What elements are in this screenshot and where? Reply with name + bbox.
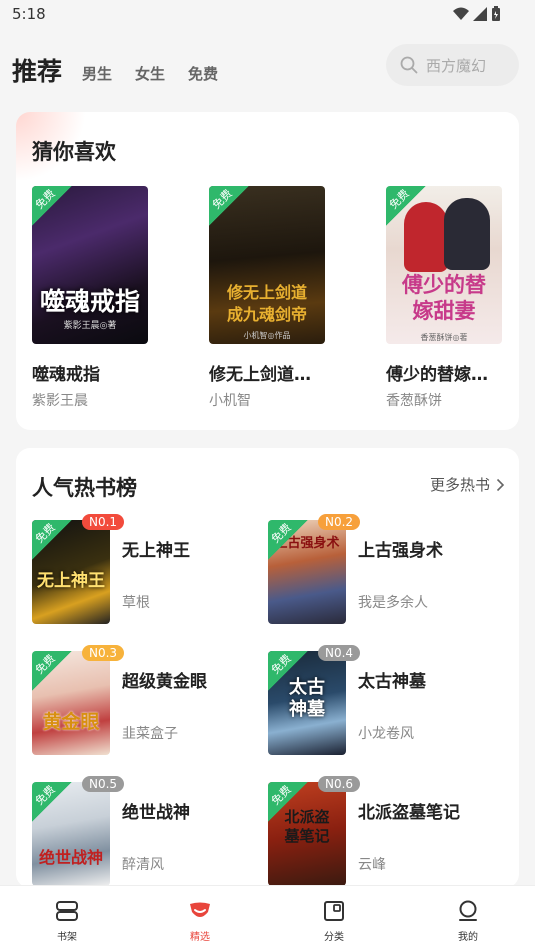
nav-label: 书架 — [57, 932, 77, 943]
search-input[interactable]: 西方魔幻 — [386, 44, 519, 86]
book-card[interactable]: 修无上剑道 成九魂剑帝 小机智◎作品 免费 修无上剑道… 小机智 — [209, 186, 327, 416]
rank-item[interactable]: 上古强身术 免费 N0.2 上古强身术 我是多余人 — [268, 514, 498, 630]
book-author: 醉清风 — [122, 857, 164, 873]
featured-icon — [190, 902, 210, 917]
nav-item-bookshelf[interactable]: 书架 — [27, 900, 107, 943]
cover-title: 黄金眼 — [42, 711, 100, 733]
free-badge: 免费 — [32, 186, 72, 226]
book-cover[interactable]: 太古神墓 免费 — [268, 651, 346, 755]
nav-label: 我的 — [458, 932, 478, 943]
book-title[interactable]: 太古神墓 — [358, 667, 426, 692]
book-cover[interactable]: 噬魂戒指 紫影王晨◎著 免费 — [32, 186, 148, 344]
nav-label: 精选 — [190, 932, 210, 943]
status-time: 5:18 — [12, 5, 46, 23]
free-badge: 免费 — [209, 186, 249, 226]
free-badge: 免费 — [32, 520, 72, 560]
cover-title: 无上神王 — [37, 571, 105, 591]
free-badge: 免费 — [268, 782, 308, 822]
cover-author: 小机智◎作品 — [243, 331, 291, 340]
book-title[interactable]: 北派盗墓笔记 — [358, 798, 460, 823]
wifi-icon — [453, 7, 469, 20]
rank-item[interactable]: 无上神王 免费 N0.1 无上神王 草根 — [32, 514, 262, 630]
nav-item-category[interactable]: 分类 — [294, 900, 374, 943]
section-title: 猜你喜欢 — [32, 140, 116, 164]
free-badge: 免费 — [32, 782, 72, 822]
book-cover[interactable]: 上古强身术 免费 — [268, 520, 346, 624]
book-title[interactable]: 无上神王 — [122, 536, 190, 561]
rank-badge: N0.3 — [82, 645, 125, 661]
book-author: 云峰 — [358, 857, 386, 873]
guess-you-like-section: 猜你喜欢 噬魂戒指 紫影王晨◎著 免费 噬魂戒指 紫影王晨 修无上剑道 成九魂剑… — [16, 112, 519, 430]
book-title[interactable]: 傅少的替嫁… — [386, 360, 488, 385]
book-cover[interactable]: 北派盗墓笔记 免费 — [268, 782, 346, 886]
cover-title: 傅少的替嫁甜妻 — [402, 272, 486, 323]
search-icon — [400, 56, 418, 74]
book-cover[interactable]: 傅少的替嫁甜妻 香葱酥饼◎著 免费 — [386, 186, 502, 344]
chevron-right-icon — [496, 478, 505, 491]
rank-item[interactable]: 黄金眼 免费 N0.3 超级黄金眼 韭菜盒子 — [32, 645, 262, 761]
book-cover[interactable]: 黄金眼 免费 — [32, 651, 110, 755]
more-label: 更多热书 — [429, 476, 490, 494]
book-title[interactable]: 噬魂戒指 — [32, 360, 100, 385]
book-card[interactable]: 噬魂戒指 紫影王晨◎著 免费 噬魂戒指 紫影王晨 — [32, 186, 150, 416]
book-author: 小龙卷风 — [358, 726, 414, 742]
book-author: 小机智 — [209, 393, 251, 409]
battery-icon — [492, 6, 500, 21]
book-cover[interactable]: 无上神王 免费 — [32, 520, 110, 624]
free-badge: 免费 — [268, 520, 308, 560]
nav-item-profile[interactable]: 我的 — [428, 900, 508, 943]
book-author: 紫影王晨 — [32, 393, 88, 409]
tab-female[interactable]: 女生 — [135, 63, 165, 84]
profile-icon — [459, 900, 477, 921]
status-icons — [453, 6, 501, 22]
category-icon — [324, 901, 344, 921]
hot-books-section: 人气热书榜 更多热书 无上神王 免费 N0.1 无上神王 草根 上古强身术 免费… — [16, 448, 519, 888]
nav-label: 分类 — [324, 932, 344, 943]
section-title: 人气热书榜 — [32, 476, 137, 500]
tab-free[interactable]: 免费 — [188, 63, 218, 84]
signal-icon — [473, 7, 487, 21]
free-badge: 免费 — [32, 651, 72, 691]
status-bar: 5:18 — [0, 0, 535, 30]
free-badge: 免费 — [268, 651, 308, 691]
book-author: 我是多余人 — [358, 595, 428, 611]
bottom-nav: 书架 精选 分类 我的 — [0, 885, 535, 951]
book-cover[interactable]: 修无上剑道 成九魂剑帝 小机智◎作品 免费 — [209, 186, 325, 344]
book-title[interactable]: 超级黄金眼 — [122, 667, 207, 692]
book-card[interactable]: 傅少的替嫁甜妻 香葱酥饼◎著 免费 傅少的替嫁… 香葱酥饼 — [386, 186, 504, 416]
rank-item[interactable]: 绝世战神 免费 N0.5 绝世战神 醉清风 — [32, 776, 262, 888]
rank-badge: N0.1 — [82, 514, 125, 530]
book-author: 草根 — [122, 595, 150, 611]
rank-item[interactable]: 北派盗墓笔记 免费 N0.6 北派盗墓笔记 云峰 — [268, 776, 498, 888]
rank-badge: N0.5 — [82, 776, 125, 792]
cover-title: 噬魂戒指 — [39, 287, 140, 316]
book-title[interactable]: 上古强身术 — [358, 536, 443, 561]
tab-recommend[interactable]: 推荐 — [12, 52, 62, 88]
book-title[interactable]: 修无上剑道… — [209, 360, 311, 385]
free-badge: 免费 — [386, 186, 426, 226]
nav-item-featured[interactable]: 精选 — [160, 900, 240, 943]
search-placeholder: 西方魔幻 — [426, 56, 487, 75]
rank-badge: N0.4 — [318, 645, 361, 661]
top-nav: 推荐 男生 女生 免费 西方魔幻 — [0, 44, 535, 88]
book-title[interactable]: 绝世战神 — [122, 798, 190, 823]
rank-item[interactable]: 太古神墓 免费 N0.4 太古神墓 小龙卷风 — [268, 645, 498, 761]
cover-author: 香葱酥饼◎著 — [420, 333, 468, 342]
bookshelf-icon — [56, 901, 78, 921]
book-author: 香葱酥饼 — [386, 393, 442, 409]
cover-title: 绝世战神 — [38, 848, 103, 867]
more-hot-books-link[interactable]: 更多热书 — [430, 474, 505, 495]
cover-figure — [444, 198, 490, 270]
rank-badge: N0.2 — [318, 514, 361, 530]
rank-badge: N0.6 — [318, 776, 361, 792]
book-cover[interactable]: 绝世战神 免费 — [32, 782, 110, 886]
book-author: 韭菜盒子 — [122, 726, 178, 742]
cover-author: 紫影王晨◎著 — [63, 321, 117, 331]
cover-title: 修无上剑道 成九魂剑帝 — [226, 283, 307, 324]
tab-male[interactable]: 男生 — [82, 63, 112, 84]
